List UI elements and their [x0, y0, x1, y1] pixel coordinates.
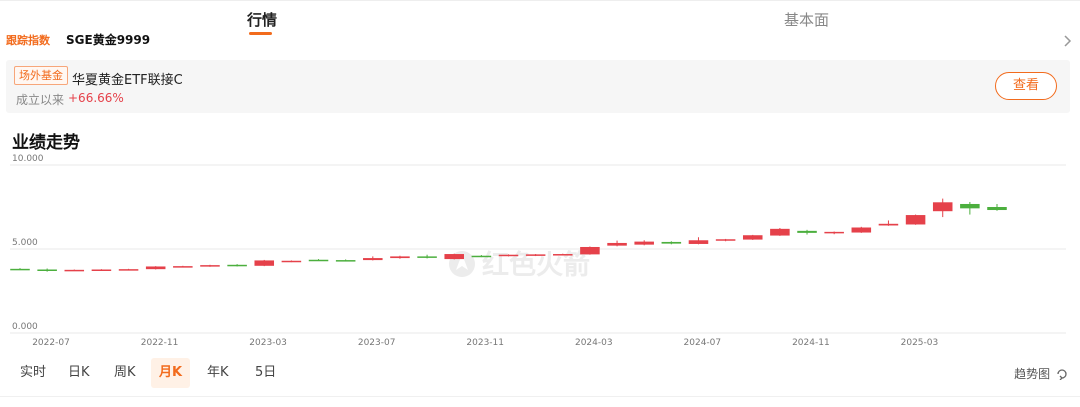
candle-body [661, 241, 682, 244]
period-selector: 实时 日K 周K 月K 年K 5日 趋势图 [0, 355, 1080, 391]
view-button[interactable]: 查看 [995, 72, 1057, 100]
y-axis-labels: 0.000 5.000 10.000 [12, 154, 44, 332]
candle-body [742, 235, 763, 240]
fund-type-badge: 场外基金 [14, 66, 68, 85]
tracking-index-value: SGE黄金9999 [66, 33, 151, 47]
period-week-k[interactable]: 周K [106, 358, 144, 388]
candle-body [227, 264, 247, 267]
y-tick-label: 0.000 [12, 322, 38, 332]
candle-body [417, 256, 437, 258]
x-tick-label: 2023-11 [466, 338, 504, 348]
watermark: 红色火箭 [449, 249, 590, 281]
switch-icon [1057, 369, 1067, 381]
candle-body [254, 260, 275, 266]
y-tick-label: 5.000 [12, 238, 38, 248]
since-inception-value: +66.66% [68, 91, 124, 105]
candle-body [905, 215, 926, 225]
divider [0, 396, 1080, 397]
period-realtime[interactable]: 实时 [12, 358, 54, 388]
candle-body [10, 268, 30, 271]
candle-body [281, 260, 302, 263]
period-year-k[interactable]: 年K [199, 358, 237, 388]
period-day-k[interactable]: 日K [60, 358, 98, 388]
candle-body [851, 227, 872, 233]
candle-body [525, 254, 546, 256]
candle-body [145, 266, 166, 270]
candle-body [770, 228, 790, 236]
fund-card: 场外基金 华夏黄金ETF联接C 成立以来 +66.66% 查看 [6, 60, 1070, 113]
candle-body [987, 207, 1007, 211]
candle-body [390, 256, 410, 259]
x-tick-label: 2024-07 [684, 338, 722, 348]
chevron-right-icon[interactable] [1060, 34, 1074, 48]
candle-body [634, 241, 654, 245]
period-5-day[interactable]: 5日 [247, 358, 284, 388]
chart-grid [10, 164, 1066, 334]
candle-body [471, 255, 492, 258]
candle-body [688, 240, 709, 244]
candle-body [173, 266, 193, 268]
candle-body [715, 239, 736, 241]
x-tick-label: 2024-03 [575, 338, 613, 348]
candle-body [91, 269, 112, 271]
candle-body [878, 223, 899, 226]
candle-body [797, 230, 817, 233]
candle-body [363, 258, 383, 261]
top-tabs: 行情 基本面 [0, 0, 1080, 35]
candle-body [37, 269, 57, 271]
x-axis-labels: 2022-07 2022-11 2023-03 2023-07 2023-11 2024-… [32, 338, 938, 348]
x-tick-label: 2022-11 [141, 338, 179, 348]
trend-chart-toggle[interactable]: 趋势图 [1014, 365, 1068, 382]
candle-body [335, 260, 356, 262]
candle-body [444, 254, 464, 260]
trend-chart-label: 趋势图 [1014, 367, 1051, 381]
candle-body [580, 246, 600, 255]
candle-body [498, 254, 519, 257]
candle-body [932, 202, 953, 212]
y-tick-label: 10.000 [12, 154, 44, 164]
tracking-index-label: 跟踪指数 [6, 34, 50, 47]
since-inception-label: 成立以来 [16, 93, 65, 107]
fund-name: 华夏黄金ETF联接C [72, 73, 183, 88]
x-tick-label: 2025-03 [901, 338, 939, 348]
tab-market[interactable]: 行情 [247, 9, 277, 30]
period-month-k[interactable]: 月K [151, 358, 191, 388]
kline-chart[interactable]: 红色火箭 0.000 5.000 10.000 2022-07 2022-11 2023… [0, 150, 1080, 355]
candle-body [64, 269, 85, 272]
tab-fundamentals[interactable]: 基本面 [784, 9, 829, 30]
x-tick-label: 2024-11 [792, 338, 830, 348]
tracking-index-row[interactable]: 跟踪指数 SGE黄金9999 [6, 30, 1074, 50]
candle-body [308, 259, 329, 262]
x-tick-label: 2022-07 [32, 338, 70, 348]
candle-body [200, 265, 220, 267]
candle-body [824, 231, 844, 234]
candle-body [960, 203, 980, 209]
candle-body [118, 269, 139, 271]
candle-body [553, 254, 573, 256]
x-tick-label: 2023-03 [249, 338, 287, 348]
watermark-text: 红色火箭 [482, 249, 590, 281]
x-tick-label: 2023-07 [358, 338, 396, 348]
candle-body [607, 242, 627, 246]
